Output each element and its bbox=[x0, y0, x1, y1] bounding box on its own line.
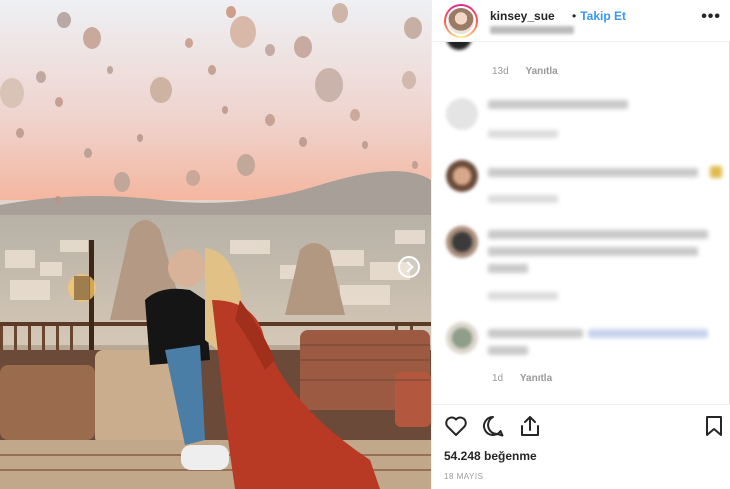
separator-dot: • bbox=[572, 9, 577, 23]
reply-button[interactable]: Yanıtla bbox=[520, 373, 552, 384]
comment-avatar[interactable] bbox=[446, 322, 478, 354]
more-options-icon[interactable]: ••• bbox=[701, 8, 721, 26]
comment-avatar[interactable] bbox=[446, 226, 478, 258]
comment-meta-blurred bbox=[488, 130, 558, 138]
follow-button[interactable]: • Takip Et bbox=[572, 9, 626, 23]
comment-meta-blurred bbox=[488, 195, 558, 203]
comment-text-blurred bbox=[488, 264, 528, 273]
share-icon[interactable] bbox=[518, 415, 542, 437]
heart-icon[interactable] bbox=[444, 415, 468, 437]
comment-text-blurred bbox=[488, 230, 708, 239]
comment-text-blurred bbox=[488, 346, 528, 355]
comment-avatar[interactable] bbox=[446, 98, 478, 130]
comment-text-blurred bbox=[488, 100, 628, 109]
comment-time: 1d bbox=[492, 373, 504, 384]
comment-avatar[interactable] bbox=[446, 42, 472, 50]
username-link[interactable]: kinsey_sue bbox=[490, 9, 555, 23]
comment-time: 13d bbox=[492, 66, 509, 77]
comment-mention-blurred bbox=[588, 329, 708, 338]
location-blurred bbox=[490, 26, 574, 34]
comment-emoji-blurred bbox=[710, 166, 722, 178]
comment-text-blurred bbox=[488, 247, 698, 256]
next-image-button[interactable] bbox=[398, 256, 420, 278]
bookmark-icon[interactable] bbox=[704, 415, 724, 437]
comment-avatar[interactable] bbox=[446, 160, 478, 192]
follow-label: Takip Et bbox=[580, 9, 626, 23]
comment-text-blurred bbox=[488, 168, 698, 177]
profile-avatar[interactable] bbox=[444, 4, 478, 38]
comment-meta-blurred bbox=[488, 292, 558, 300]
comment-text-blurred bbox=[488, 329, 583, 338]
comments-list: 13d Yanıtla 1d Yanıtla bbox=[432, 42, 730, 404]
post-actions: 54.248 beğenme 18 MAYIS bbox=[432, 404, 730, 489]
comment-meta: 13d Yanıtla bbox=[492, 66, 558, 77]
post-sidebar: kinsey_sue • Takip Et ••• 13d Yanıtla 1d… bbox=[431, 0, 730, 489]
avatar-image bbox=[446, 6, 476, 36]
reply-button[interactable]: Yanıtla bbox=[525, 66, 557, 77]
photo-illustration bbox=[0, 0, 431, 489]
post-header: kinsey_sue • Takip Et ••• bbox=[432, 0, 730, 42]
comment-icon[interactable] bbox=[481, 415, 505, 437]
comment-meta: 1d Yanıtla bbox=[492, 373, 552, 384]
post-date: 18 MAYIS bbox=[444, 472, 484, 481]
post-photo[interactable] bbox=[0, 0, 431, 489]
likes-count[interactable]: 54.248 beğenme bbox=[444, 449, 537, 463]
